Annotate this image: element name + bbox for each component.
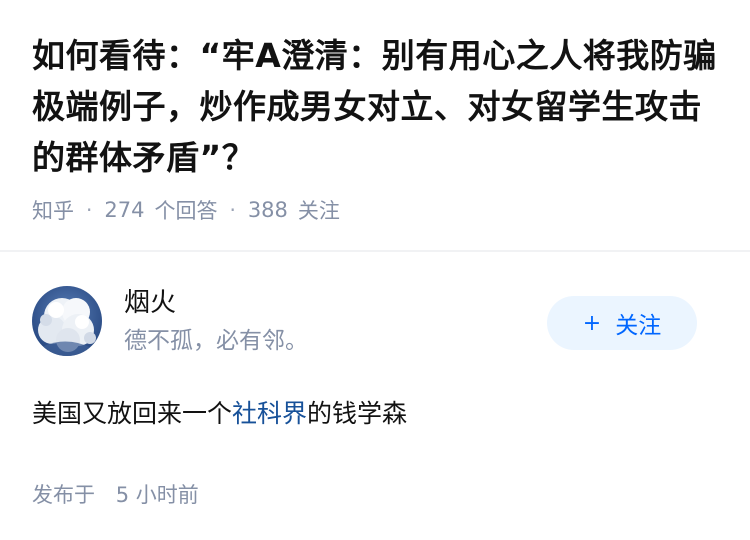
content-link[interactable]: 社科界 (232, 399, 307, 428)
answer-count: 274 (104, 198, 145, 222)
avatar[interactable] (32, 286, 102, 356)
follow-button-label: 关注 (615, 313, 662, 339)
follow-button[interactable]: + 关注 (547, 296, 697, 350)
publish-time: 发布于 5 小时前 (32, 479, 722, 509)
publish-time-unit: 小时前 (135, 483, 199, 507)
author-name[interactable]: 烟火 (124, 286, 308, 320)
meta-separator: · (229, 198, 236, 222)
answer-card: 烟火 德不孤，必有邻。 + 关注 美国又放回来一个社科界的钱学森 发布于 5 小… (32, 285, 722, 509)
question-title[interactable]: 如何看待：“牢A澄清：别有用心之人将我防骗极端例子，炒作成男女对立、对女留学生攻… (32, 30, 722, 183)
answer-content[interactable]: 美国又放回来一个社科界的钱学森 (32, 397, 722, 431)
question-meta: 知乎 · 274 个回答 · 388 关注 (32, 195, 722, 225)
plus-icon: + (582, 310, 602, 336)
snow-rime-avatar-icon (32, 286, 102, 356)
content-text-after: 的钱学森 (307, 399, 408, 428)
author-bio: 德不孤，必有邻。 (124, 328, 308, 354)
publish-time-prefix: 发布于 (32, 483, 95, 507)
question-header: 如何看待：“牢A澄清：别有用心之人将我防骗极端例子，炒作成男女对立、对女留学生攻… (32, 30, 722, 225)
source-label[interactable]: 知乎 (32, 195, 74, 225)
author-row: 烟火 德不孤，必有邻。 + 关注 (32, 285, 722, 357)
follower-count: 388 (247, 198, 288, 222)
content-text-before: 美国又放回来一个 (32, 399, 233, 428)
section-divider (0, 250, 750, 252)
follower-count-label: 关注 (297, 199, 340, 223)
publish-time-value: 5 (115, 483, 130, 507)
author-info: 烟火 德不孤，必有邻。 (124, 286, 308, 356)
meta-separator: · (86, 198, 93, 222)
answer-count-label: 个回答 (154, 199, 218, 223)
